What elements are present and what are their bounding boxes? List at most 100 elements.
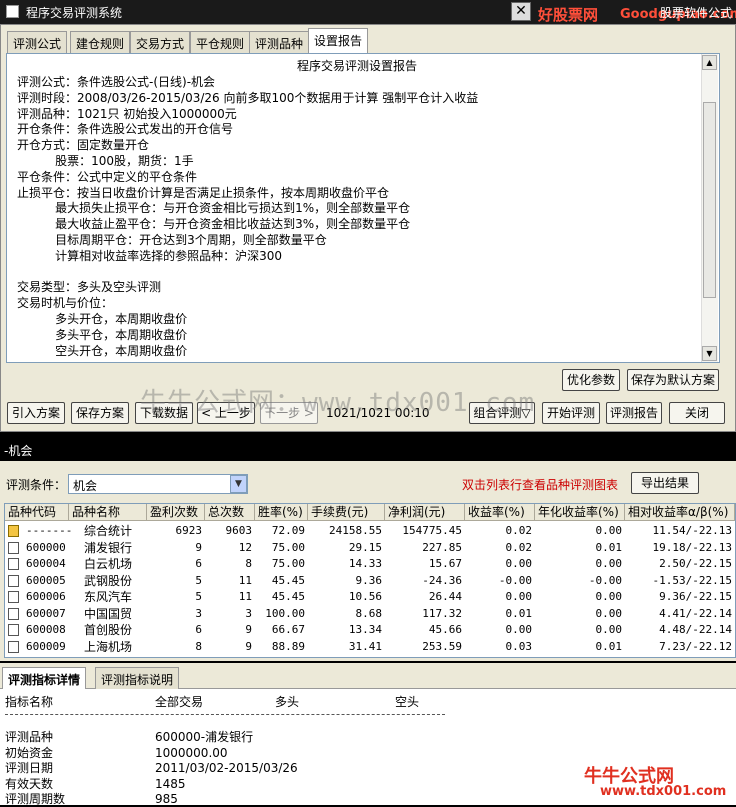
optimize-params-button[interactable]: 优化参数 bbox=[562, 369, 620, 391]
table-cell: 8 bbox=[195, 639, 202, 653]
table-row[interactable]: 600000 浦发银行 9 12 75.00 29.15 227.85 0.02 0.01 19.… bbox=[5, 540, 735, 556]
scroll-thumb[interactable] bbox=[703, 102, 716, 298]
hint-text: 双击列表行查看品种评测图表 bbox=[462, 478, 619, 492]
section-title: -机会 bbox=[4, 444, 33, 458]
relative-return-header: 相对收益率 bbox=[628, 505, 689, 519]
table-cell: 0.00 bbox=[505, 590, 533, 603]
table-cell: 5 bbox=[195, 590, 202, 603]
tab-formula[interactable]: 评测公式 bbox=[7, 31, 68, 53]
document-icon bbox=[8, 607, 19, 620]
report-line: 计算相对收益率选择的参照品种：沪深300 bbox=[17, 248, 283, 263]
detail-header-short: 空头 bbox=[395, 695, 420, 709]
column-header[interactable]: 胜率(%) bbox=[255, 504, 308, 521]
detail-label: 初始资金 bbox=[5, 745, 54, 760]
import-plan-button[interactable]: 引入方案 bbox=[7, 402, 65, 424]
scroll-down-icon[interactable]: ▼ bbox=[702, 346, 717, 361]
column-header[interactable]: 品种名称 bbox=[69, 504, 147, 521]
tab-close-rules[interactable]: 平仓规则 bbox=[190, 31, 251, 53]
report-line: 股票：100股，期货：1手 bbox=[17, 154, 194, 168]
table-cell: 3 bbox=[195, 606, 202, 620]
detail-value: 1485 bbox=[155, 776, 186, 791]
tab-trade-mode[interactable]: 交易方式 bbox=[130, 31, 191, 53]
detail-label: 有效天数 bbox=[5, 776, 54, 791]
export-results-button[interactable]: 导出结果 bbox=[631, 472, 699, 494]
table-cell: 14.33 bbox=[348, 557, 382, 570]
chevron-down-icon[interactable]: ▼ bbox=[230, 475, 247, 493]
table-cell: 9 bbox=[245, 639, 252, 653]
table-cell: 9603 bbox=[225, 524, 253, 537]
column-header[interactable]: 盈利次数 bbox=[147, 504, 205, 521]
column-header[interactable]: 手续费(元) bbox=[308, 504, 385, 521]
table-cell: 9 bbox=[245, 623, 252, 636]
table-cell: 72.09 bbox=[271, 524, 305, 537]
table-row[interactable]: 600008 首创股份 6 9 66.67 13.34 45.66 0.00 0.00 4.48/… bbox=[5, 622, 735, 638]
results-table[interactable]: 品种代码 品种名称 盈利次数 总次数 胜率(%) 手续费(元) 净利润(元) 收益率(%) 年化… bbox=[4, 503, 736, 658]
window-title: 程序交易评测系统 bbox=[26, 6, 123, 20]
detail-value: 600000-浦发银行 bbox=[155, 730, 254, 744]
document-icon bbox=[8, 640, 19, 653]
table-cell: 0.00 bbox=[595, 524, 623, 537]
report-line: 评测时段：2008/03/26-2015/03/26 向前多取100个数据用于计… bbox=[17, 90, 479, 105]
report-line: 多头平仓，本周期收盘价 bbox=[17, 327, 188, 342]
report-line: 目标周期平仓：开仓达到3个周期，则全部数量平仓 bbox=[17, 233, 327, 247]
table-cell: 0.00 bbox=[505, 623, 533, 636]
table-cell: 117.32 bbox=[422, 606, 462, 620]
tab-report-settings[interactable]: 设置报告 bbox=[308, 28, 369, 53]
condition-select[interactable]: 机会 ▼ bbox=[68, 474, 248, 494]
report-textarea[interactable]: 程序交易评测设置报告 评测公式：条件选股公式-(日线)-机会 评测时段：2008/… bbox=[6, 53, 720, 363]
tab-build-rules[interactable]: 建仓规则 bbox=[70, 31, 131, 53]
start-eval-button[interactable]: 开始评测 bbox=[542, 402, 600, 424]
close-button[interactable]: 关闭 bbox=[669, 402, 725, 424]
brand-logo: 好股票网 bbox=[538, 6, 599, 24]
table-row[interactable]: 600004 白云机场 6 8 75.00 14.33 15.67 0.00 0.00 2.50/… bbox=[5, 556, 735, 572]
column-header[interactable]: 收益率(%) bbox=[465, 504, 535, 521]
table-cell: -0.00 bbox=[588, 573, 622, 587]
save-default-button[interactable]: 保存为默认方案 bbox=[627, 369, 719, 391]
column-header[interactable]: 年化收益率(%) bbox=[535, 504, 625, 521]
report-line: 开仓条件：条件选股公式发出的开仓信号 bbox=[17, 122, 234, 137]
column-header[interactable]: 品种代码 bbox=[5, 504, 69, 521]
document-icon bbox=[8, 541, 19, 554]
detail-header-name: 指标名称 bbox=[5, 695, 54, 709]
report-line: 多头开仓，本周期收盘价 bbox=[17, 312, 188, 326]
table-row[interactable]: 600009 上海机场 8 9 88.89 31.41 253.59 0.03 0.01 7.23… bbox=[5, 639, 735, 655]
table-cell: 600000 bbox=[26, 540, 66, 554]
table-cell: 0.00 bbox=[595, 623, 623, 636]
table-cell: 12 bbox=[238, 540, 252, 554]
tab-detail[interactable]: 评测指标详情 bbox=[2, 667, 87, 689]
table-row[interactable]: ------- 综合统计 6923 9603 72.09 24158.55 154775.4… bbox=[5, 523, 735, 539]
table-row[interactable]: 600006 东风汽车 5 11 45.45 10.56 26.44 0.00 0.00 9.36… bbox=[5, 589, 735, 605]
tab-explanation[interactable]: 评测指标说明 bbox=[95, 667, 180, 689]
table-cell: 31.41 bbox=[348, 639, 382, 653]
table-cell: 600006 bbox=[26, 590, 66, 603]
report-line: 最大收益止盈平仓：与开仓资金相比收益达到3%，则全部数量平仓 bbox=[17, 217, 411, 232]
close-window-button[interactable]: ✕ bbox=[511, 2, 531, 21]
table-cell: 0.02 bbox=[505, 524, 533, 537]
save-plan-button[interactable]: 保存方案 bbox=[71, 402, 129, 424]
report-title: 程序交易评测设置报告 bbox=[296, 59, 417, 73]
column-header[interactable]: 相对收益率α/β(%) bbox=[625, 504, 735, 521]
table-cell: ------- bbox=[26, 524, 72, 537]
table-cell: 600004 bbox=[26, 557, 66, 570]
report-line: 空头开仓，本周期收盘价 bbox=[17, 343, 188, 358]
table-cell: 白云机场 bbox=[83, 557, 132, 571]
table-cell: 600005 bbox=[26, 573, 66, 587]
detail-header-long: 多头 bbox=[275, 695, 300, 709]
table-cell: 0.00 bbox=[595, 606, 623, 620]
table-cell: 13.34 bbox=[348, 623, 382, 636]
column-header[interactable]: 净利润(元) bbox=[385, 504, 465, 521]
table-cell: 45.66 bbox=[428, 623, 462, 636]
table-cell: 0.00 bbox=[595, 557, 623, 570]
table-row[interactable]: 600007 中国国贸 3 3 100.00 8.68 117.32 0.01 0.00 4.41… bbox=[5, 606, 735, 622]
scroll-up-icon[interactable]: ▲ bbox=[702, 55, 717, 70]
column-header[interactable]: 总次数 bbox=[205, 504, 255, 521]
table-cell: 3 bbox=[245, 606, 252, 620]
table-cell: 11.54/-22.13 bbox=[652, 524, 732, 537]
table-cell: 0.00 bbox=[595, 590, 623, 603]
brand-caption: 股票软件公式 bbox=[659, 6, 732, 20]
table-row[interactable]: 600005 武钢股份 5 11 45.45 9.36 -24.36 -0.00 -0.00 -1… bbox=[5, 573, 735, 589]
table-cell: 0.01 bbox=[595, 639, 623, 653]
eval-report-button[interactable]: 评测报告 bbox=[606, 402, 662, 424]
table-cell: 75.00 bbox=[271, 557, 305, 570]
tab-instruments[interactable]: 评测品种 bbox=[249, 31, 310, 53]
